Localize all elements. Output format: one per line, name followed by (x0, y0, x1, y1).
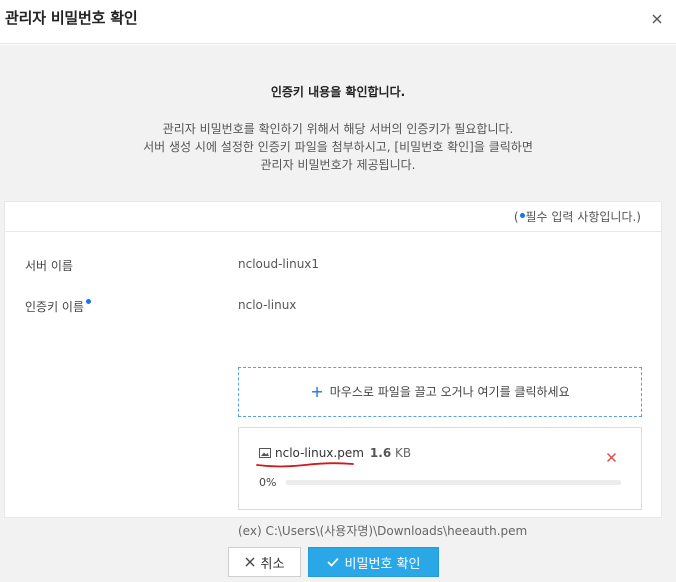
dropzone-text: 마우스로 파일을 끌고 오거나 여기를 클릭하세요 (329, 385, 570, 399)
intro-section: 인증키 내용을 확인합니다. 관리자 비밀번호를 확인하기 위해서 해당 서버의… (0, 83, 676, 174)
progress-label: 0% (259, 476, 277, 489)
image-file-icon (259, 447, 271, 458)
file-size: 1.6 KB (370, 446, 411, 460)
divider (5, 231, 663, 232)
annotation-underline (256, 462, 354, 468)
intro-line: 관리자 비밀번호를 확인하기 위해서 해당 서버의 인증키가 필요합니다. (162, 122, 514, 136)
x-icon (245, 557, 255, 567)
plus-icon: + (310, 382, 324, 401)
admin-password-modal: 관리자 비밀번호 확인 인증키 내용을 확인합니다. 관리자 비밀번호를 확인하… (0, 0, 676, 582)
file-size-value: 1.6 (369, 446, 392, 460)
form-panel: ( 필수 입력 사항입니다.) 서버 이름 ncloud-linux1 인증키 이… (4, 201, 663, 538)
required-dot-icon (86, 299, 92, 304)
modal-title: 관리자 비밀번호 확인 (5, 9, 138, 27)
modal-body: 인증키 내용을 확인합니다. 관리자 비밀번호를 확인하기 위해서 해당 서버의… (0, 45, 676, 582)
confirm-label: 비밀번호 확인 (344, 556, 421, 572)
required-note-text: 필수 입력 사항입니다.) (525, 210, 642, 224)
modal-footer: 취소 비밀번호 확인 (0, 547, 676, 581)
cancel-label: 취소 (260, 556, 285, 572)
remove-x-icon[interactable] (606, 448, 617, 463)
required-note-prefix: ( (513, 210, 519, 224)
auth-key-value: nclo-linux (238, 298, 297, 312)
check-icon (326, 557, 339, 567)
auth-key-label: 인증키 이름 (25, 300, 85, 314)
intro-line: 관리자 비밀번호가 제공됩니다. (260, 158, 416, 172)
cancel-button[interactable]: 취소 (228, 547, 301, 577)
modal-header: 관리자 비밀번호 확인 (0, 0, 676, 44)
server-name-label: 서버 이름 (25, 259, 73, 273)
intro-description: 관리자 비밀번호를 확인하기 위해서 해당 서버의 인증키가 필요합니다. 서버… (0, 120, 676, 174)
intro-heading: 인증키 내용을 확인합니다. (270, 85, 406, 99)
required-note: ( 필수 입력 사항입니다.) (514, 208, 641, 225)
intro-line: 서버 생성 시에 설정한 인증키 파일을 첨부하시고, [비밀번호 확인]을 클… (143, 140, 533, 154)
required-dot-icon (519, 213, 525, 218)
file-name: nclo-linux.pem (275, 446, 364, 460)
upload-progress-bar (286, 480, 621, 485)
path-hint: (ex) C:\Users\(사용자명)\Downloads\heeauth.p… (238, 524, 528, 538)
confirm-password-button[interactable]: 비밀번호 확인 (308, 547, 439, 577)
server-name-value: ncloud-linux1 (238, 257, 320, 271)
uploaded-file-card: nclo-linux.pem 1.6 KB 0% (238, 427, 642, 510)
file-info: nclo-linux.pem 1.6 KB (259, 446, 411, 460)
close-icon[interactable] (650, 12, 664, 26)
file-dropzone[interactable]: + 마우스로 파일을 끌고 오거나 여기를 클릭하세요 (238, 367, 642, 417)
file-size-unit: KB (395, 446, 412, 460)
auth-key-label-wrap: 인증키 이름 (25, 298, 92, 315)
